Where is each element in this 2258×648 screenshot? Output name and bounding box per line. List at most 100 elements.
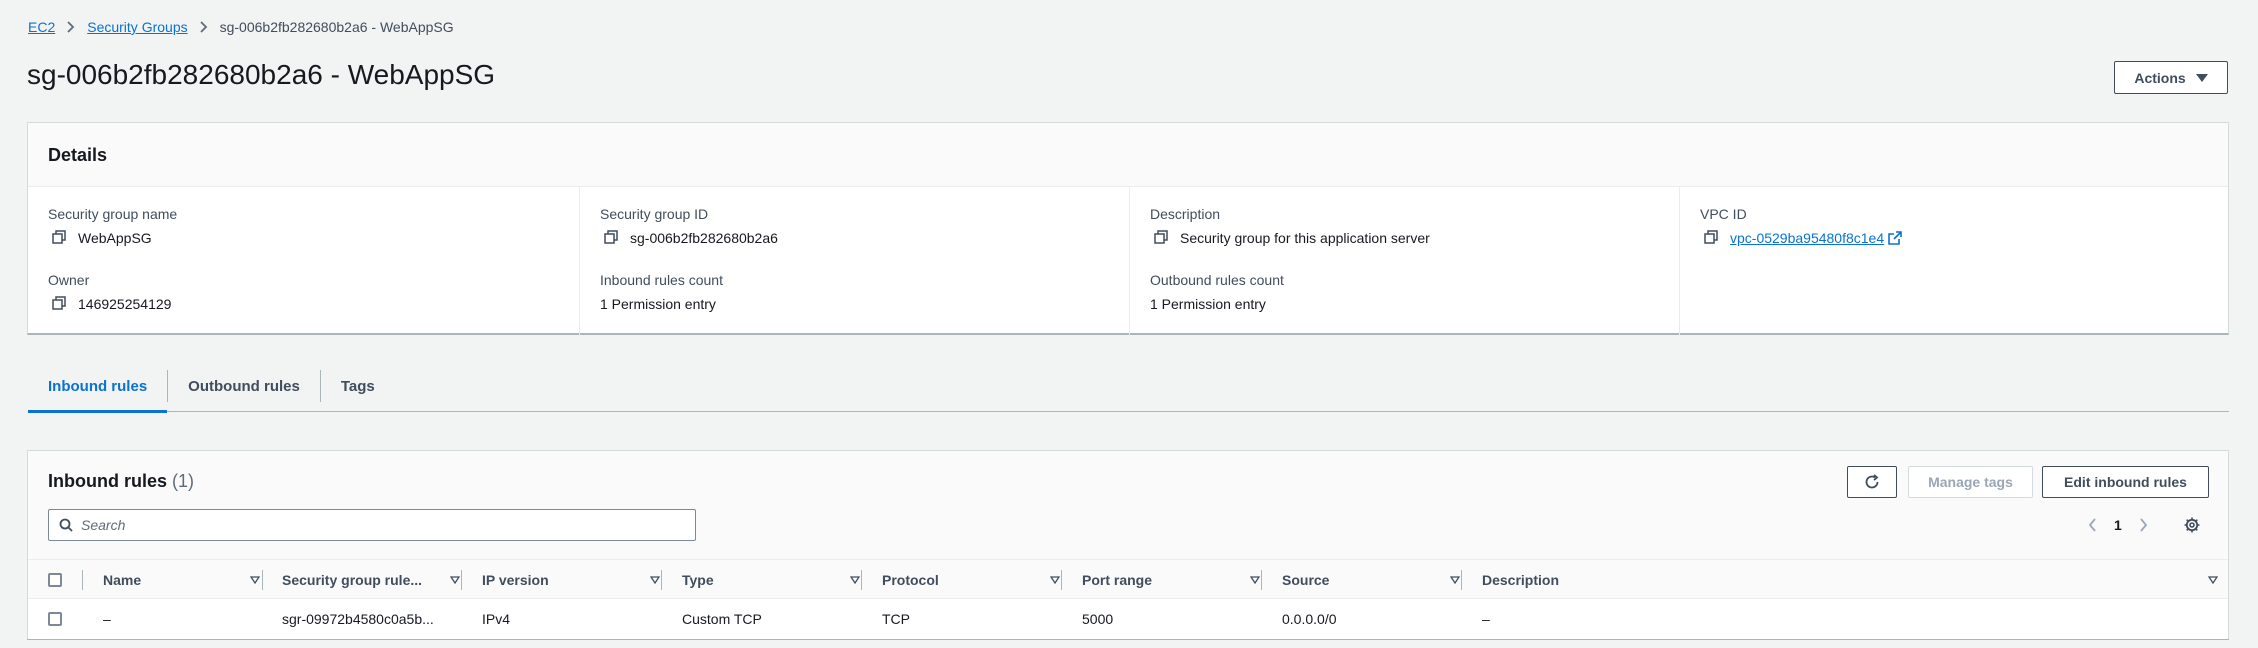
details-column: VPC ID vpc-0529ba95480f8c1e4 — [1679, 187, 2228, 335]
column-header-ip-version[interactable]: IP version — [482, 560, 668, 600]
column-header-name[interactable]: Name — [103, 560, 268, 600]
sg-name-label: Security group name — [48, 206, 178, 222]
copy-icon[interactable] — [604, 230, 620, 246]
copy-icon[interactable] — [1154, 230, 1170, 246]
column-divider — [861, 570, 862, 590]
sg-name-field: Security group name WebAppSG — [48, 205, 177, 247]
column-header-label: Source — [1282, 572, 1330, 588]
cell-type: Custom TCP — [682, 611, 762, 627]
vpc-id-label: VPC ID — [1700, 206, 1747, 222]
sort-icon[interactable] — [450, 576, 460, 584]
actions-button[interactable]: Actions — [2114, 61, 2228, 94]
description-field: Description Security group for this appl… — [1150, 205, 1430, 247]
vpc-id-field: VPC ID vpc-0529ba95480f8c1e4 — [1700, 205, 1902, 247]
column-divider — [661, 570, 662, 590]
select-all-checkbox[interactable] — [48, 573, 62, 587]
inbound-rules-panel: Inbound rules (1) Manage tags Edit inbou… — [27, 450, 2229, 640]
outbound-count-value: 1 Permission entry — [1150, 296, 1266, 312]
page-number[interactable]: 1 — [2114, 517, 2122, 533]
column-header-label: IP version — [482, 572, 549, 588]
tab-outbound-rules[interactable]: Outbound rules — [168, 360, 320, 412]
sg-id-label: Security group ID — [600, 206, 709, 222]
table-header: Name Security group rule... IP version T… — [28, 559, 2228, 599]
sort-icon[interactable] — [1450, 576, 1460, 584]
sort-icon[interactable] — [650, 576, 660, 584]
copy-icon[interactable] — [1704, 230, 1720, 246]
outbound-count-label: Outbound rules count — [1150, 272, 1284, 288]
sort-icon[interactable] — [1050, 576, 1060, 584]
sort-icon[interactable] — [2208, 576, 2218, 584]
settings-icon[interactable] — [2184, 517, 2200, 536]
owner-field: Owner 146925254129 — [48, 271, 171, 313]
column-header-rule-id[interactable]: Security group rule... — [282, 560, 468, 600]
details-grid: Security group name WebAppSG Owner 14692… — [28, 187, 2228, 335]
sort-icon[interactable] — [250, 576, 260, 584]
vpc-id-link[interactable]: vpc-0529ba95480f8c1e4 — [1730, 229, 1884, 247]
breadcrumb-ec2-link[interactable]: EC2 — [28, 19, 55, 35]
inbound-rules-title-text: Inbound rules — [48, 471, 167, 491]
chevron-right-icon[interactable] — [2138, 518, 2148, 532]
inbound-count-label: Inbound rules count — [600, 272, 723, 288]
cell-rule-id: sgr-09972b4580c0a5b... — [282, 611, 434, 627]
edit-inbound-rules-button[interactable]: Edit inbound rules — [2042, 466, 2209, 498]
column-divider — [1461, 570, 1462, 590]
details-column: Security group name WebAppSG Owner 14692… — [28, 187, 579, 335]
inbound-count-field: Inbound rules count 1 Permission entry — [600, 271, 723, 313]
copy-icon[interactable] — [52, 230, 68, 246]
breadcrumb-security-groups-link[interactable]: Security Groups — [87, 19, 187, 35]
external-link-icon[interactable] — [1888, 231, 1902, 245]
details-panel: Details Security group name WebAppSG Own… — [27, 122, 2229, 335]
search-icon — [59, 518, 73, 532]
copy-icon[interactable] — [52, 296, 68, 312]
cell-ip-version: IPv4 — [482, 611, 511, 627]
breadcrumb-current: sg-006b2fb282680b2a6 - WebAppSG — [219, 19, 454, 35]
column-divider — [82, 570, 83, 590]
outbound-count-field: Outbound rules count 1 Permission entry — [1150, 271, 1284, 313]
tab-inbound-rules[interactable]: Inbound rules — [28, 360, 168, 413]
sort-icon[interactable] — [850, 576, 860, 584]
inbound-rules-header: Inbound rules (1) Manage tags Edit inbou… — [28, 451, 2228, 559]
column-header-port-range[interactable]: Port range — [1082, 560, 1268, 600]
refresh-button[interactable] — [1847, 466, 1897, 498]
tab-tags[interactable]: Tags — [321, 360, 395, 412]
cell-description: – — [1482, 611, 1490, 627]
tab-list: Inbound rules Outbound rules Tags — [28, 360, 2229, 413]
search-input[interactable] — [81, 517, 681, 533]
breadcrumb: EC2 Security Groups sg-006b2fb282680b2a6… — [28, 18, 454, 36]
description-label: Description — [1150, 206, 1221, 222]
caret-down-icon — [2195, 73, 2208, 82]
refresh-icon — [1864, 474, 1880, 490]
search-box — [48, 509, 696, 541]
description-value: Security group for this application serv… — [1180, 230, 1430, 246]
inbound-count-value: 1 Permission entry — [600, 296, 716, 312]
cell-protocol: TCP — [882, 611, 910, 627]
column-header-label: Description — [1482, 572, 1560, 588]
details-column: Description Security group for this appl… — [1129, 187, 1679, 335]
row-checkbox[interactable] — [48, 612, 62, 626]
owner-value: 146925254129 — [78, 296, 172, 312]
column-header-label: Protocol — [882, 572, 939, 588]
column-header-protocol[interactable]: Protocol — [882, 560, 1068, 600]
details-header: Details — [28, 123, 2228, 187]
chevron-left-icon[interactable] — [2088, 518, 2098, 532]
column-header-label: Security group rule... — [282, 572, 423, 588]
chevron-right-icon — [66, 21, 76, 33]
column-header-description[interactable]: Description — [1482, 560, 2218, 600]
column-header-source[interactable]: Source — [1282, 560, 1468, 600]
page-title: sg-006b2fb282680b2a6 - WebAppSG — [27, 59, 496, 90]
manage-tags-button[interactable]: Manage tags — [1908, 466, 2033, 498]
owner-label: Owner — [48, 272, 90, 288]
column-divider — [262, 570, 263, 590]
column-header-type[interactable]: Type — [682, 560, 868, 600]
cell-source: 0.0.0.0/0 — [1282, 611, 1337, 627]
cell-port-range: 5000 — [1082, 611, 1114, 627]
table-row[interactable]: – sgr-09972b4580c0a5b... IPv4 Custom TCP… — [28, 599, 2228, 639]
column-divider — [461, 570, 462, 590]
column-divider — [1261, 570, 1262, 590]
cell-name: – — [103, 611, 111, 627]
details-column: Security group ID sg-006b2fb282680b2a6 I… — [579, 187, 1129, 335]
sort-icon[interactable] — [1250, 576, 1260, 584]
column-header-label: Type — [682, 572, 714, 588]
sg-id-field: Security group ID sg-006b2fb282680b2a6 — [600, 205, 778, 247]
column-divider — [1061, 570, 1062, 590]
